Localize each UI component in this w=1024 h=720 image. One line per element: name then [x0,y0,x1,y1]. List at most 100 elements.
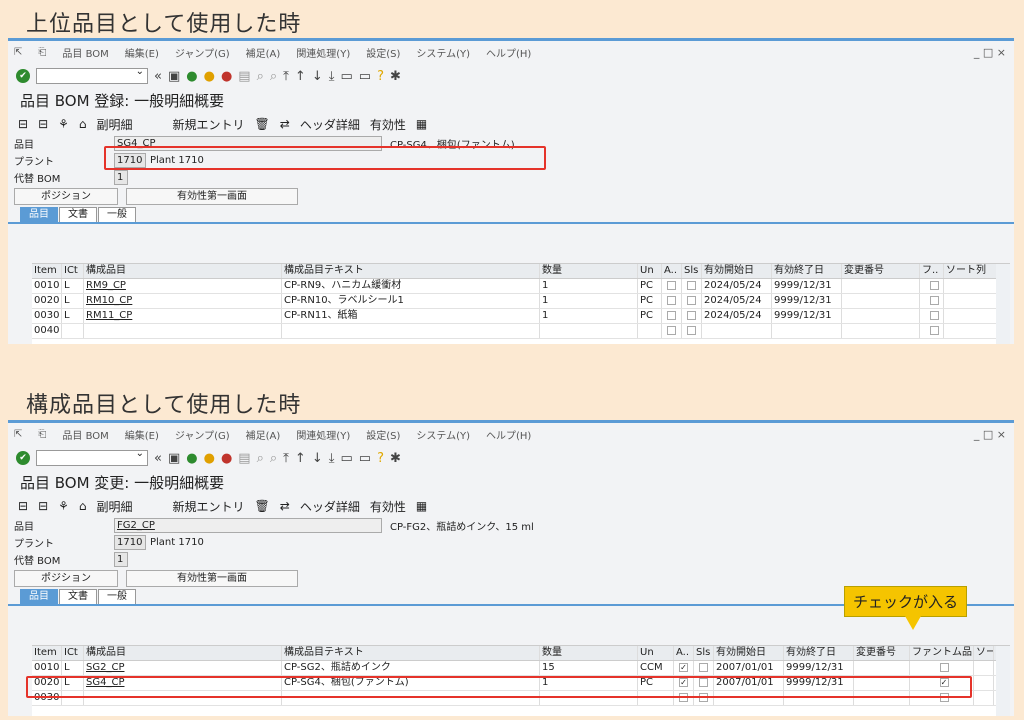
sub-item-button[interactable]: 副明細 [97,498,133,515]
column-header[interactable]: Un [638,646,674,660]
table-cell[interactable]: 0040 [32,324,62,338]
table-cell[interactable]: 9999/12/31 [772,279,842,293]
menu-icon[interactable]: ⎗ [38,429,46,440]
table-cell[interactable]: PC [638,309,662,323]
column-header[interactable]: 数量 [540,646,638,660]
column-header[interactable]: 構成品目テキスト [282,646,540,660]
table-cell[interactable]: CP-RN10、ラベルシール1 [282,294,540,308]
row-checkbox[interactable] [687,326,696,335]
column-header[interactable]: Item [32,264,62,278]
column-header[interactable]: Item [32,646,62,660]
column-header[interactable]: Sls [694,646,714,660]
row-checkbox[interactable] [929,296,939,305]
column-header[interactable]: 有効終了日 [772,264,842,278]
table-cell[interactable]: 2024/05/24 [702,294,772,308]
column-header[interactable]: Sls [682,264,702,278]
row-checkbox[interactable] [667,281,676,290]
table-row[interactable]: 0030 L RM11_CP CP-RN11、紙箱 1 PC 2024/05/24 9999/… [32,309,1010,324]
transfer-icon[interactable]: ⇄ [280,117,290,131]
column-header[interactable]: A.. [662,264,682,278]
enter-icon[interactable]: ✔ [16,451,30,465]
column-header[interactable]: 数量 [540,264,638,278]
table-cell[interactable]: 1 [540,279,638,293]
menu-item[interactable]: システム(Y) [416,45,470,60]
column-header[interactable]: ICt [62,264,84,278]
menu-item[interactable]: 関連処理(Y) [296,427,350,442]
back-icon[interactable]: ● [186,69,197,84]
table-cell[interactable]: 0020 [32,294,62,308]
table-cell[interactable]: 2007/01/01 [714,661,784,675]
menu-item[interactable]: 品目 BOM [62,427,108,442]
table-cell[interactable] [84,324,282,338]
delete-icon[interactable]: 🗑 [255,499,270,513]
row-checkbox[interactable] [687,281,696,290]
print-icon[interactable]: ▤ [238,451,250,466]
component-icon[interactable]: ⚘ [58,117,69,131]
table-cell[interactable]: L [62,309,84,323]
row-checkbox[interactable] [929,326,939,335]
checkbox-cell[interactable] [682,279,702,293]
header-detail-button[interactable]: ヘッダ詳細 [300,498,360,515]
command-field[interactable] [36,448,148,466]
column-header[interactable]: Un [638,264,662,278]
window-controls[interactable]: _ □ × [974,428,1006,441]
shortcut-icon[interactable]: ▭ [359,69,371,84]
checkbox-cell[interactable] [682,309,702,323]
table-cell[interactable]: CP-SG2、瓶詰めインク [282,661,540,675]
delete-icon[interactable]: 🗑 [255,117,270,131]
checkbox-cell[interactable] [694,661,714,675]
checkbox-cell[interactable] [662,294,682,308]
hat-icon[interactable]: ⌂ [79,117,87,131]
checkbox-cell[interactable] [662,309,682,323]
new-entries-button[interactable]: 新規エントリ [173,498,245,515]
checkbox-cell[interactable] [920,324,944,338]
row-checkbox[interactable] [939,663,949,672]
menu-item[interactable]: ジャンプ(G) [175,427,230,442]
new-session-icon[interactable]: ▭ [340,451,352,466]
menu-item[interactable]: 設定(S) [366,427,400,442]
overview-icon[interactable]: ⊟ [18,499,28,513]
shortcut-icon[interactable]: ▭ [359,451,371,466]
column-header[interactable]: 有効開始日 [702,264,772,278]
table-cell[interactable]: L [62,279,84,293]
tab-document[interactable]: 文書 [59,589,97,604]
table-cell[interactable]: 0010 [32,661,62,675]
list-icon[interactable]: ⊟ [38,117,48,131]
table-cell[interactable]: RM9_CP [84,279,282,293]
table-cell[interactable] [842,294,920,308]
table-cell[interactable]: SG2_CP [84,661,282,675]
column-header[interactable]: ICt [62,646,84,660]
table-cell[interactable] [702,324,772,338]
row-checkbox[interactable] [687,296,696,305]
column-header[interactable]: 構成品目テキスト [282,264,540,278]
column-header[interactable]: 変更番号 [854,646,910,660]
table-cell[interactable] [974,676,994,690]
tab-general[interactable]: 一般 [98,207,136,222]
alt-bom-field[interactable]: 1 [114,170,128,185]
table-cell[interactable]: CCM [638,661,674,675]
checkbox-cell[interactable]: ✓ [674,661,694,675]
next-page-icon[interactable]: ↓ [312,69,323,84]
save-icon[interactable]: ▣ [168,451,180,466]
table-row[interactable]: 0010 L RM9_CP CP-RN9、ハニカム緩衝材 1 PC 2024/05/24 99… [32,279,1010,294]
window-icon[interactable]: ⇱ [14,47,22,58]
menu-item[interactable]: 設定(S) [366,45,400,60]
row-checkbox[interactable] [667,311,676,320]
column-header[interactable]: フ.. [920,264,944,278]
last-page-icon[interactable]: ⤓ [329,451,335,466]
row-checkbox[interactable] [929,281,939,290]
table-cell[interactable]: CP-RN9、ハニカム緩衝材 [282,279,540,293]
next-page-icon[interactable]: ↓ [312,451,323,466]
row-checkbox[interactable] [687,311,696,320]
table-cell[interactable]: 0010 [32,279,62,293]
prev-page-icon[interactable]: ↑ [295,69,306,84]
column-header[interactable]: ソー [974,646,994,660]
row-checkbox[interactable] [699,663,708,672]
table-cell[interactable]: 9999/12/31 [772,309,842,323]
validity-first-button[interactable]: 有効性第一画面 [126,187,298,205]
checkbox-cell[interactable] [662,324,682,338]
exit-icon[interactable]: ● [204,451,215,466]
table-cell[interactable]: RM10_CP [84,294,282,308]
validity-first-button[interactable]: 有効性第一画面 [126,569,298,587]
checkbox-cell[interactable] [682,324,702,338]
